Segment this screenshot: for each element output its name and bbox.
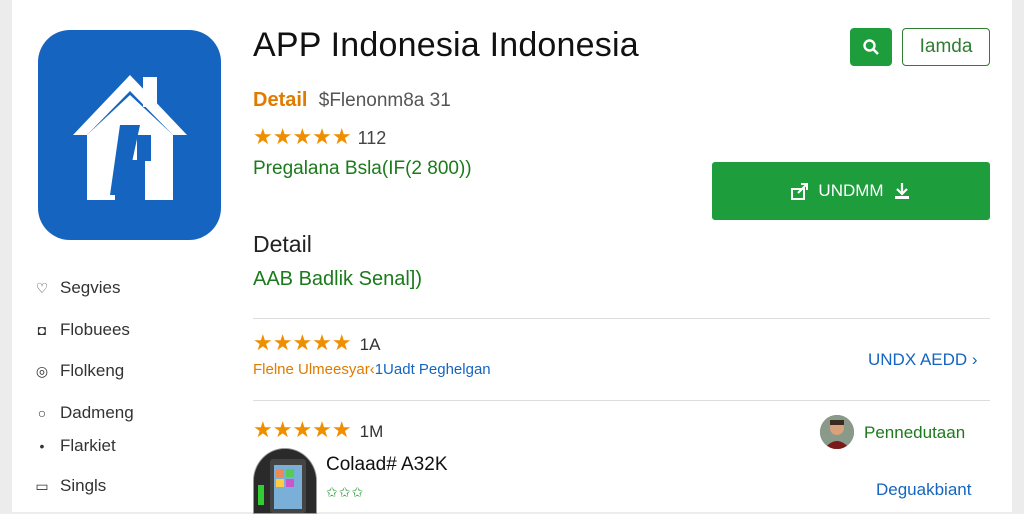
house-logo-icon	[72, 75, 187, 200]
divider	[253, 318, 990, 319]
search-icon	[863, 39, 879, 55]
user-name[interactable]: Pennedutaan	[864, 423, 965, 443]
rating-count: 112	[357, 128, 387, 148]
review-rating: ★★★★★ 1A	[253, 330, 380, 356]
device-thumbnail	[253, 448, 317, 514]
sidebar-item-label: Flobuees	[60, 320, 130, 339]
developer-label: $Flenonm8a 31	[318, 90, 451, 111]
dot-icon: •	[39, 438, 45, 454]
sidebar-item-label: Dadmeng	[60, 403, 134, 422]
review-stars: ★★★★★	[253, 417, 352, 442]
rating-stars: ★★★★★	[253, 124, 352, 149]
review-stars: ★★★★★	[253, 330, 352, 355]
language-button[interactable]: Iamda	[902, 28, 990, 66]
section-subtitle: AAB Badlik Senal])	[253, 268, 422, 290]
square-icon: ▭	[35, 477, 49, 494]
sidebar-item-flolkeng[interactable]: ◎ Flolkeng	[34, 361, 124, 381]
download-icon	[894, 183, 909, 199]
review-count: 1M	[359, 422, 384, 441]
search-button[interactable]	[850, 28, 892, 66]
see-all-link[interactable]: UNDX AEDD ›	[868, 350, 978, 370]
sidebar-item-dadmeng[interactable]: ○ Dadmeng	[34, 403, 134, 423]
review-rating: ★★★★★ 1M	[253, 417, 383, 443]
sidebar-item-flobuees[interactable]: ◘ Flobuees	[34, 320, 130, 340]
heart-icon: ♡	[35, 279, 49, 296]
sidebar-item-label: Singls	[60, 476, 107, 495]
review-count: 1A	[359, 335, 381, 354]
circle-icon: ○	[37, 405, 47, 421]
install-button[interactable]: UNDMM	[712, 162, 990, 220]
user-avatar-icon	[820, 415, 854, 449]
avatar[interactable]	[820, 415, 854, 449]
app-title: APP Indonesia Indonesia	[253, 26, 639, 64]
app-icon	[38, 30, 221, 240]
device-name: Colaad# A32K	[326, 454, 448, 475]
more-link[interactable]: Deguakbiant	[876, 480, 971, 500]
sidebar-item-singls[interactable]: ▭ Singls	[34, 476, 106, 496]
install-label: UNDMM	[818, 181, 884, 200]
review-meta: Flelne Ulmeesyar‹1Uadt Peghelgan	[253, 361, 491, 378]
section-heading: Detail	[253, 231, 312, 257]
sidebar-item-label: Flolkeng	[60, 361, 125, 380]
detail-link[interactable]: Detail	[253, 89, 307, 111]
device-stars: ✩✩✩	[326, 484, 365, 500]
sidebar-item-label: Flarkiet	[60, 436, 116, 455]
location-icon: ◎	[35, 362, 49, 379]
detail-row: Detail $Flenonm8a 31	[253, 89, 451, 112]
review-author: Flelne Ulmeesyar‹	[253, 361, 375, 378]
rating-row: ★★★★★ 112	[253, 124, 386, 150]
price-label: Pregalana Bsla(IF(2 800))	[253, 158, 472, 179]
divider	[253, 400, 990, 401]
sidebar-item-segvies[interactable]: ♡ Segvies	[34, 278, 121, 298]
shield-icon: ◘	[37, 322, 47, 338]
review-date: 1Uadt Peghelgan	[374, 361, 491, 378]
share-icon	[791, 183, 809, 200]
sidebar-item-flarkiet[interactable]: • Flarkiet	[34, 436, 116, 456]
sidebar-item-label: Segvies	[60, 278, 121, 297]
phone-icon	[254, 449, 316, 513]
